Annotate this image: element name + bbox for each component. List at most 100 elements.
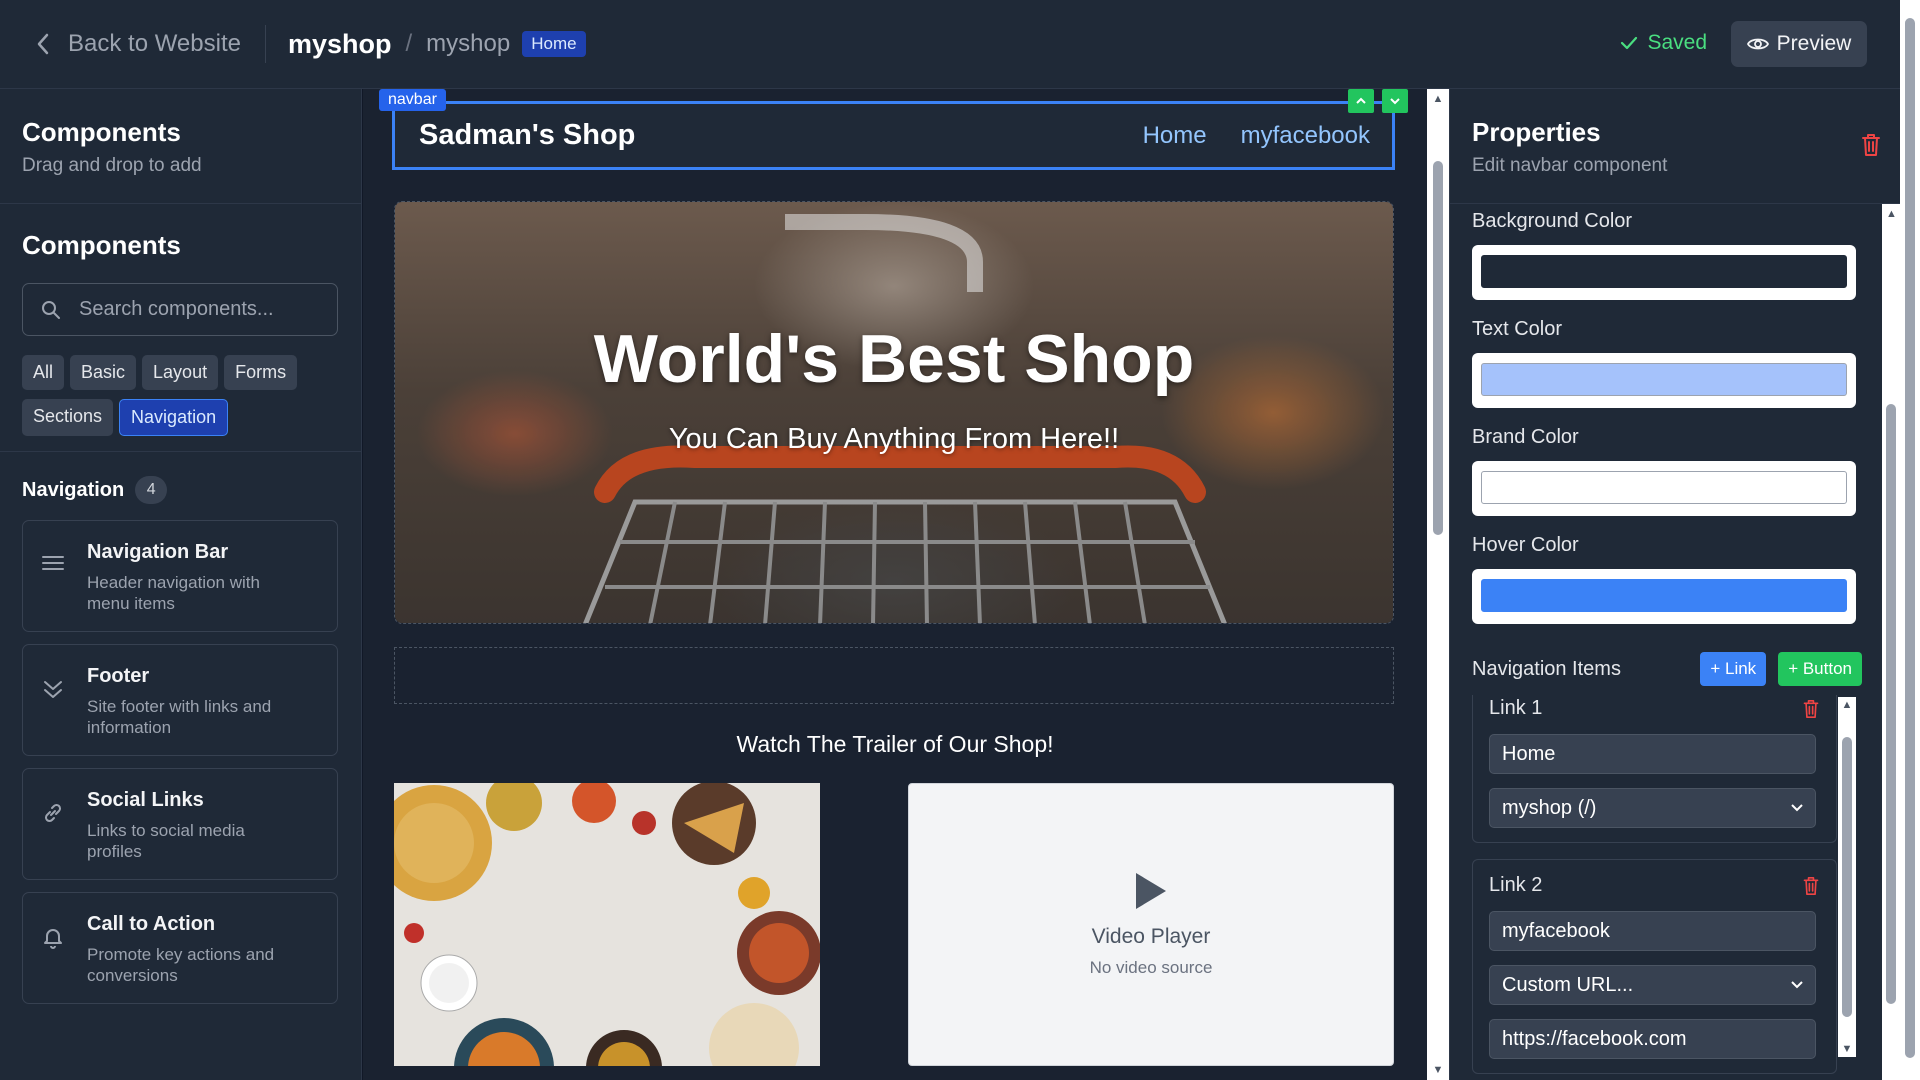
navbar-link-myfacebook[interactable]: myfacebook (1241, 122, 1370, 150)
nav-items-scrollbar[interactable]: ▲ ▼ (1838, 697, 1856, 1057)
hover-color-swatch (1481, 579, 1847, 612)
card-title: Social Links (87, 789, 204, 811)
background-color-picker[interactable] (1472, 245, 1856, 300)
hero-title: World's Best Shop (593, 321, 1195, 397)
properties-subtitle: Edit navbar component (1472, 155, 1668, 176)
preview-label: Preview (1776, 32, 1852, 55)
link-2-url-input[interactable]: https://facebook.com (1489, 1019, 1816, 1059)
card-title: Footer (87, 665, 150, 687)
trash-icon (1862, 134, 1880, 156)
properties-title: Properties (1472, 117, 1601, 147)
window-scrollbar-thumb[interactable] (1905, 18, 1915, 1058)
properties-form: Background Color Text Color Brand Color … (1472, 204, 1862, 686)
brand-color-label: Brand Color (1472, 426, 1579, 448)
link-1-title: Link 1 (1489, 697, 1543, 719)
chevron-up-icon (1356, 97, 1366, 104)
chip-all[interactable]: All (22, 355, 65, 390)
trash-icon[interactable] (1802, 699, 1820, 719)
saved-label: Saved (1647, 31, 1707, 54)
empty-drop-zone[interactable] (394, 647, 1394, 704)
search-input[interactable] (79, 298, 319, 321)
navbar-link-home[interactable]: Home (1143, 122, 1207, 150)
text-color-picker[interactable] (1472, 353, 1856, 408)
breadcrumb-separator: / (405, 30, 413, 57)
link-icon (41, 801, 69, 830)
back-to-website-link[interactable]: Back to Website (36, 30, 241, 58)
category-title: Navigation (22, 478, 125, 501)
canvas-scrollbar[interactable]: ▲ ▼ (1427, 89, 1449, 1080)
component-card-call-to-action[interactable]: Call to Action Promote key actions and c… (22, 892, 338, 1004)
card-title: Navigation Bar (87, 541, 229, 563)
search-box[interactable] (22, 283, 338, 336)
hover-color-label: Hover Color (1472, 534, 1579, 556)
card-title: Call to Action (87, 913, 216, 935)
move-up-button[interactable] (1348, 89, 1374, 113)
link-2-title: Link 2 (1489, 874, 1543, 896)
canvas-scrollbar-thumb[interactable] (1433, 161, 1443, 535)
add-button-button[interactable]: + Button (1778, 652, 1862, 686)
link-item-2: Link 2 myfacebook Custom URL... https://… (1472, 859, 1837, 1074)
chevron-down-icon (1791, 804, 1803, 812)
properties-scrollbar[interactable]: ▲ (1882, 204, 1901, 1080)
component-card-navigation-bar[interactable]: Navigation Bar Header navigation with me… (22, 520, 338, 632)
properties-panel: Properties Edit navbar component Backgro… (1449, 89, 1901, 1080)
add-link-button[interactable]: + Link (1700, 652, 1767, 686)
hover-color-picker[interactable] (1472, 569, 1856, 624)
components-section-title: Components (22, 230, 181, 260)
chevron-left-icon (37, 33, 49, 55)
scroll-up-arrow[interactable]: ▲ (1838, 699, 1856, 711)
food-image[interactable] (394, 783, 820, 1066)
brand-color-picker[interactable] (1472, 461, 1856, 516)
link-2-target-select[interactable]: Custom URL... (1489, 965, 1816, 1005)
chip-navigation[interactable]: Navigation (119, 399, 229, 436)
video-player[interactable]: Video Player No video source (908, 783, 1394, 1066)
sidebar-subtitle: Drag and drop to add (22, 155, 202, 176)
card-description: Header navigation with menu items (87, 573, 260, 613)
navbar-brand[interactable]: Sadman's Shop (419, 119, 635, 152)
site-name: myshop (287, 28, 392, 59)
menu-icon (41, 553, 69, 578)
components-sidebar: Components Drag and drop to add Componen… (0, 89, 362, 1080)
page-badge: Home (522, 31, 586, 57)
card-description: Links to social media profiles (87, 821, 245, 861)
scroll-down-arrow[interactable]: ▼ (1427, 1064, 1449, 1076)
eye-icon (1746, 38, 1769, 50)
link-2-text-input[interactable]: myfacebook (1489, 911, 1816, 951)
chip-basic[interactable]: Basic (70, 355, 137, 390)
play-icon[interactable] (1134, 871, 1168, 911)
preview-button[interactable]: Preview (1731, 21, 1867, 67)
sidebar-title: Components (22, 117, 181, 147)
background-color-label: Background Color (1472, 210, 1633, 232)
component-card-footer[interactable]: Footer Site footer with links and inform… (22, 644, 338, 756)
link-1-text-input[interactable]: Home (1489, 734, 1816, 774)
chip-layout[interactable]: Layout (142, 355, 219, 390)
brand-color-swatch (1481, 471, 1847, 504)
text-color-swatch (1481, 363, 1847, 396)
chip-forms[interactable]: Forms (224, 355, 298, 390)
bell-icon (41, 925, 69, 954)
trash-icon[interactable] (1802, 876, 1820, 896)
card-description: Promote key actions and conversions (87, 945, 275, 985)
properties-scrollbar-thumb[interactable] (1886, 404, 1896, 1004)
chip-sections[interactable]: Sections (22, 399, 114, 436)
text-color-label: Text Color (1472, 318, 1563, 340)
link-1-target-select[interactable]: myshop (/) (1489, 788, 1816, 828)
background-color-swatch (1481, 255, 1847, 288)
nav-items-scrollbar-thumb[interactable] (1842, 737, 1852, 1017)
scroll-up-arrow[interactable]: ▲ (1427, 93, 1449, 105)
link-1-text-value: Home (1502, 742, 1556, 765)
scroll-down-arrow[interactable]: ▼ (1838, 1043, 1856, 1055)
back-label: Back to Website (68, 30, 241, 57)
link-2-url-value: https://facebook.com (1502, 1027, 1687, 1050)
editor-canvas: Sadman's Shop Home myfacebook navbar Wor… (363, 89, 1427, 1080)
navbar-component[interactable]: Sadman's Shop Home myfacebook (392, 101, 1395, 170)
link-2-target-value: Custom URL... (1502, 973, 1634, 996)
hero-section[interactable]: World's Best Shop You Can Buy Anything F… (394, 201, 1394, 624)
top-bar: Back to Website myshop / myshop Home Sav… (0, 0, 1920, 89)
component-card-social-links[interactable]: Social Links Links to social media profi… (22, 768, 338, 880)
move-down-button[interactable] (1382, 89, 1408, 113)
scroll-up-arrow[interactable]: ▲ (1882, 208, 1901, 220)
window-scrollbar[interactable] (1900, 0, 1920, 1080)
delete-component-button[interactable] (1860, 133, 1882, 162)
chevron-down-icon (1791, 981, 1803, 989)
